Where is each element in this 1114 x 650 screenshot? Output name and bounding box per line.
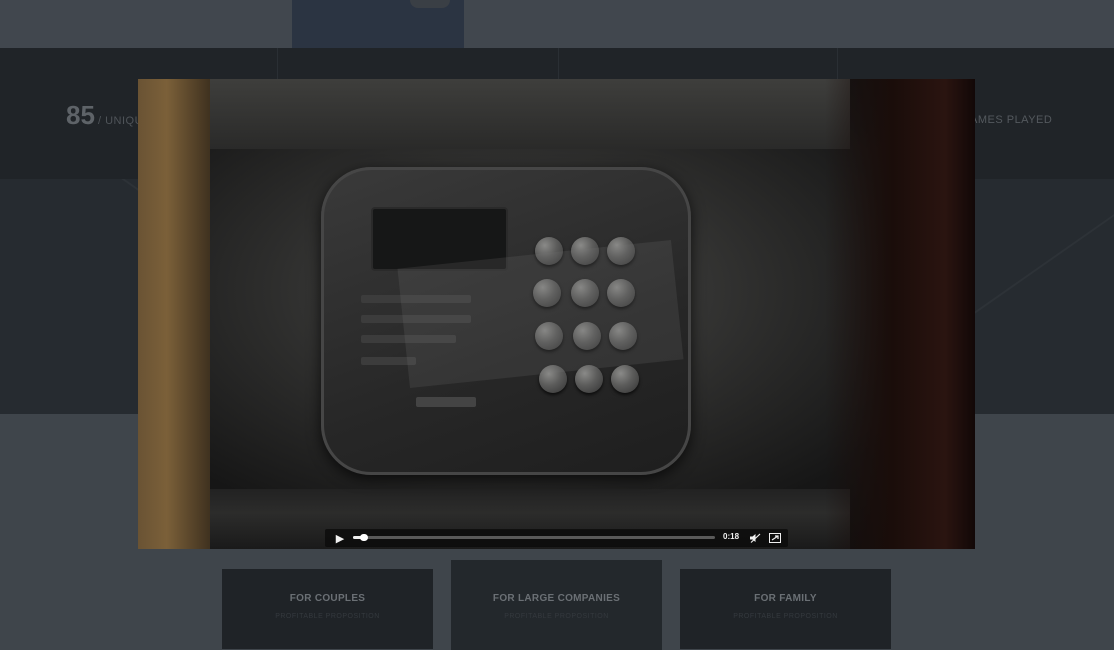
time-display: 0:18 <box>723 532 740 541</box>
player-controls: ▶ 0:18 <box>325 529 788 547</box>
stat-number: 85 <box>66 100 95 130</box>
video-frame-safe-lid <box>210 79 850 149</box>
stat-label: AMES PLAYED <box>970 114 1053 126</box>
video-frame-wood <box>138 79 210 549</box>
card-title: FOR FAMILY <box>754 593 817 604</box>
card-subtitle: PROFITABLE PROPOSITION <box>733 613 838 620</box>
card-title: FOR COUPLES <box>289 593 366 604</box>
video-frame-shadow <box>825 79 975 549</box>
card-title: FOR LARGE COMPANIES <box>492 593 621 604</box>
hero-person-image <box>292 0 464 48</box>
card-subtitle: PROFITABLE PROPOSITION <box>504 613 609 620</box>
card-couples[interactable]: FOR COUPLES PROFITABLE PROPOSITION <box>222 569 433 649</box>
video-player[interactable]: ▶ 0:18 <box>138 79 975 549</box>
header-area <box>0 0 1114 48</box>
card-subtitle: PROFITABLE PROPOSITION <box>275 613 380 620</box>
play-icon[interactable]: ▶ <box>331 530 349 546</box>
keypad-key <box>611 365 639 393</box>
fullscreen-icon[interactable] <box>766 530 784 546</box>
stat-label: / UNIQU <box>98 115 144 127</box>
progress-handle[interactable] <box>360 534 368 541</box>
card-family[interactable]: FOR FAMILY PROFITABLE PROPOSITION <box>680 569 891 649</box>
safe-brand <box>416 397 476 407</box>
card-large-companies[interactable]: FOR LARGE COMPANIES PROFITABLE PROPOSITI… <box>451 560 662 650</box>
volume-muted-icon[interactable] <box>746 530 764 546</box>
progress-bar[interactable] <box>353 534 715 541</box>
